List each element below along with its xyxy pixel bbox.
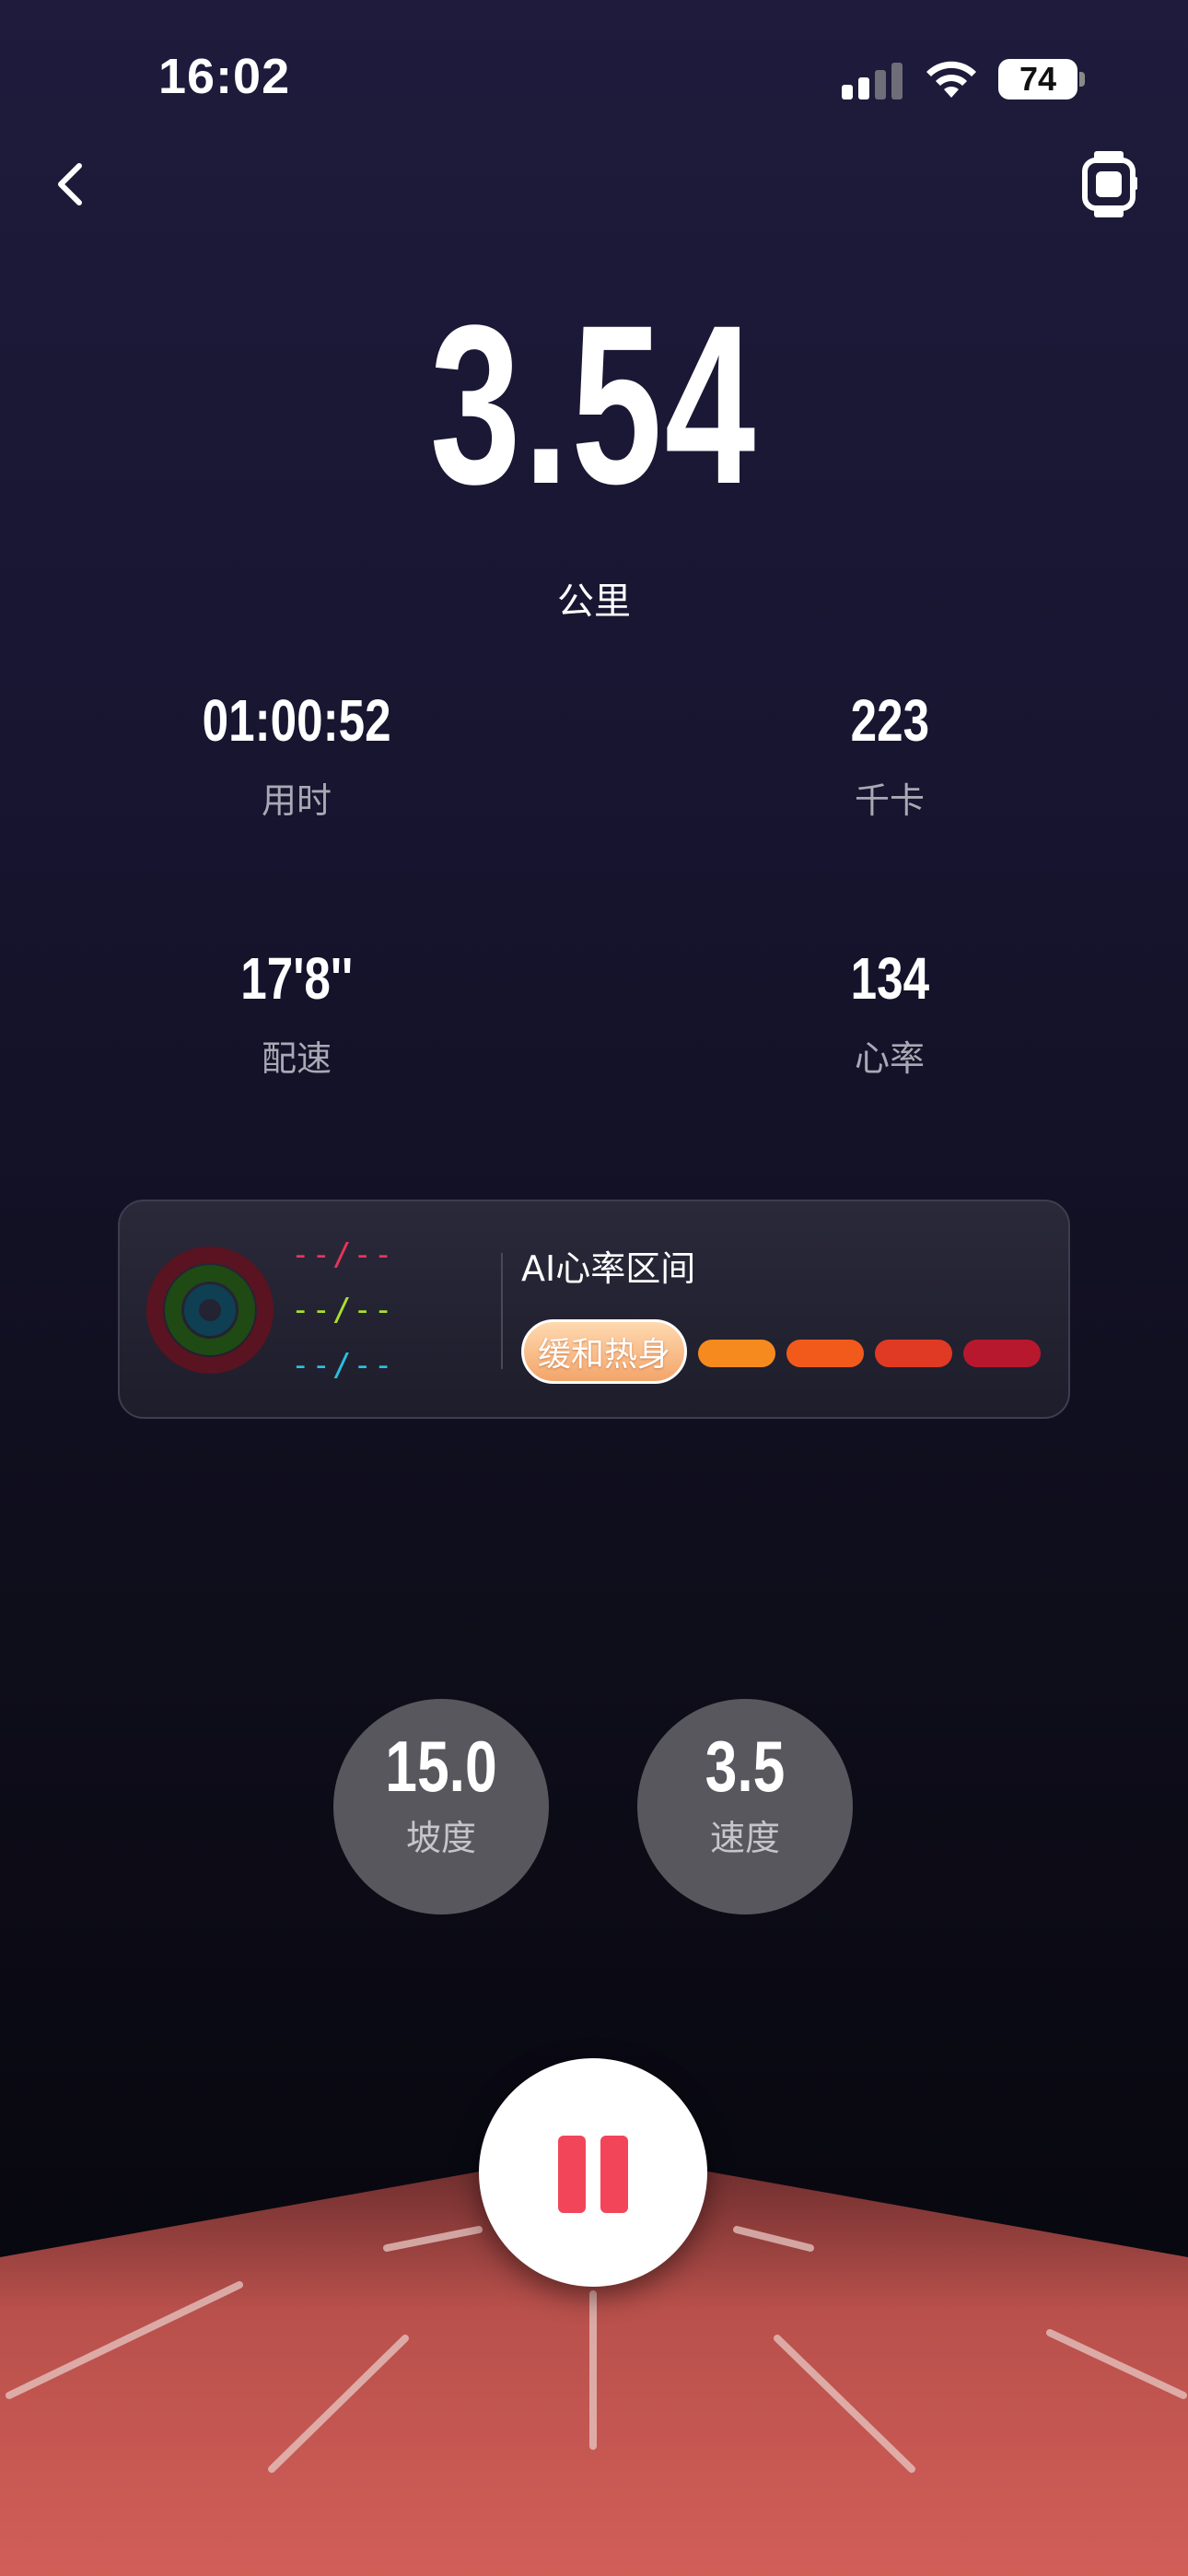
distance-unit: 公里 [557, 580, 631, 623]
card-divider [501, 1253, 503, 1369]
heart-rate-zone-5[interactable] [963, 1340, 1041, 1367]
status-bar: 16:02 74 [0, 0, 1188, 157]
duration-value: 01:00:52 [202, 687, 391, 754]
battery-indicator: 74 [998, 59, 1077, 100]
speed-control[interactable]: 3.5 速度 [637, 1699, 853, 1914]
wifi-icon [926, 61, 976, 98]
back-chevron-icon[interactable] [37, 147, 111, 221]
heart-rate-label: 心率 [854, 1038, 925, 1079]
speed-value: 3.5 [705, 1726, 786, 1807]
pause-icon-bar-right [600, 2136, 628, 2213]
speed-label: 速度 [709, 1818, 780, 1858]
calories-value: 223 [850, 687, 929, 754]
heart-rate-zone-2[interactable] [698, 1340, 775, 1367]
watch-icon[interactable] [1077, 147, 1140, 221]
distance-value: 3.54 [429, 278, 759, 532]
cellular-signal-icon [842, 61, 904, 100]
pace-value: 17'8'' [240, 945, 353, 1012]
ai-heart-rate-card[interactable]: --/-- --/-- --/-- AI心率区间 缓和热身 [118, 1200, 1070, 1419]
incline-label: 坡度 [405, 1818, 476, 1858]
heart-rate-zone-active[interactable]: 缓和热身 [521, 1319, 687, 1384]
stat-duration: 01:00:52 用时 [112, 684, 481, 823]
pace-label: 配速 [261, 1038, 332, 1079]
incline-value: 15.0 [385, 1726, 497, 1807]
calories-label: 千卡 [854, 780, 925, 821]
activity-rings-icon [146, 1247, 274, 1374]
status-time: 16:02 [158, 49, 291, 104]
stat-calories: 223 千卡 [705, 684, 1074, 823]
ai-heart-rate-title: AI心率区间 [521, 1248, 696, 1289]
heart-rate-value: 134 [850, 945, 929, 1012]
ring-value-stand: --/-- [291, 1347, 395, 1384]
pause-button[interactable] [479, 2058, 707, 2287]
incline-control[interactable]: 15.0 坡度 [333, 1699, 549, 1914]
heart-rate-zone-3[interactable] [786, 1340, 864, 1367]
duration-label: 用时 [261, 780, 332, 821]
ring-value-exercise: --/-- [291, 1292, 395, 1329]
battery-tip [1079, 72, 1085, 87]
stat-heart-rate: 134 心率 [705, 942, 1074, 1081]
pause-icon-bar-left [558, 2136, 586, 2213]
heart-rate-zone-4[interactable] [875, 1340, 952, 1367]
stat-pace: 17'8'' 配速 [112, 942, 481, 1081]
ring-value-move: --/-- [291, 1236, 395, 1273]
